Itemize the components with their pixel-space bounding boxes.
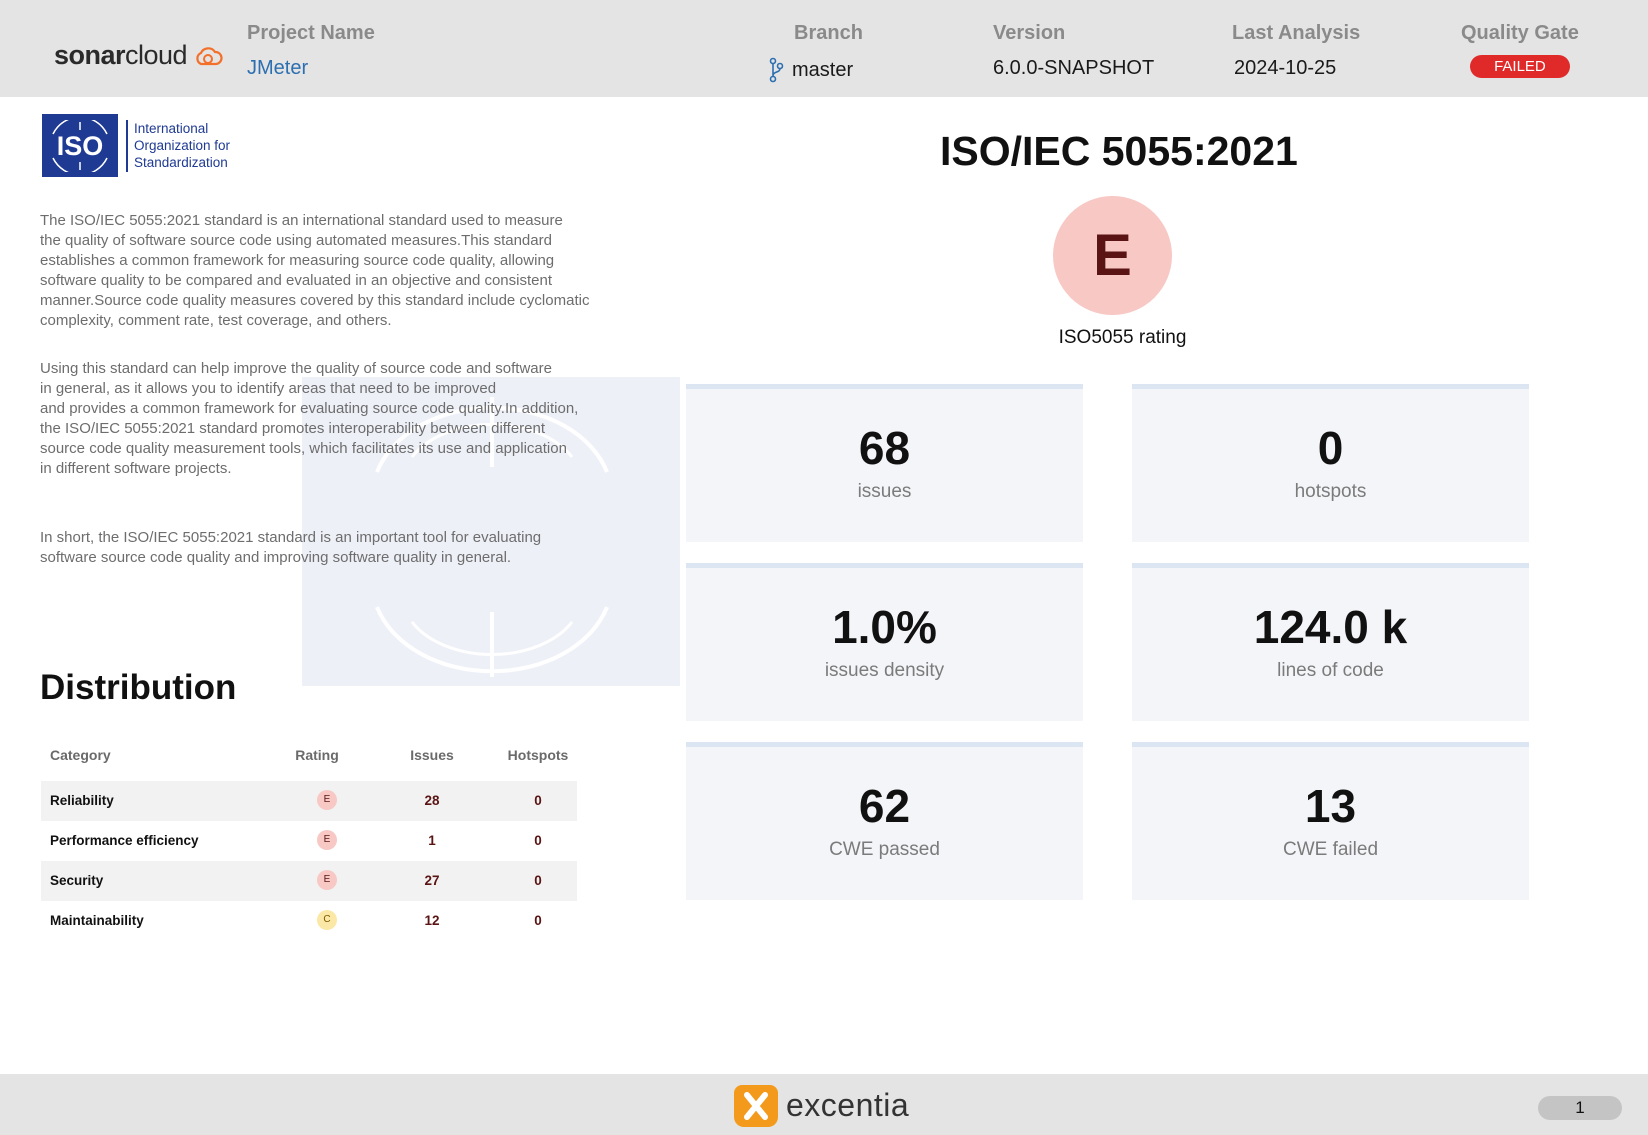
rating-badge: E [317, 870, 337, 890]
distribution-table-header: Category Rating Issues Hotspots [41, 735, 577, 781]
iso-organization-name: International Organization for Standardi… [134, 121, 231, 170]
hotspots-cell: 0 [534, 873, 542, 888]
metric-value: 1.0% [832, 601, 937, 653]
column-header-rating: Rating [295, 747, 339, 763]
quality-gate-label: Quality Gate [1461, 22, 1579, 44]
rating-badge: E [317, 830, 337, 850]
distribution-table: Category Rating Issues Hotspots Reliabil… [41, 735, 577, 941]
metric-label: hotspots [1294, 481, 1367, 502]
metric-label: CWE failed [1282, 839, 1379, 860]
hotspots-cell: 0 [534, 833, 542, 848]
category-cell: Security [50, 873, 104, 888]
issues-cell: 12 [424, 913, 440, 928]
excentia-logo: excentia [732, 1081, 909, 1129]
quality-gate-status-badge: FAILED [1470, 55, 1570, 78]
sonarcloud-wordmark: sonarcloud [54, 40, 188, 70]
metric-card: 0 hotspots [1132, 384, 1529, 542]
page-number: 1 [1538, 1096, 1622, 1120]
issues-cell: 28 [424, 793, 440, 808]
branch-field: Branch master [768, 22, 863, 83]
category-cell: Performance efficiency [50, 833, 199, 848]
iso-globe-icon: ISO [52, 119, 108, 172]
report-header: sonarcloud Project Name JMeter Branch ma… [0, 0, 1648, 97]
cloud-icon [196, 46, 223, 65]
metric-card: 124.0 k lines of code [1132, 563, 1529, 721]
column-header-category: Category [50, 747, 111, 763]
iso5055-rating-badge: E [1053, 196, 1172, 315]
metric-card: 68 issues [686, 384, 1083, 542]
hotspots-cell: 0 [534, 913, 542, 928]
metric-label: issues [857, 481, 912, 502]
metric-label: issues density [824, 660, 945, 681]
excentia-wordmark: excentia [786, 1086, 910, 1123]
metric-value: 13 [1304, 780, 1357, 832]
metric-value: 62 [858, 780, 911, 832]
rating-badge: E [317, 790, 337, 810]
issues-cell: 1 [428, 833, 436, 848]
branch-label: Branch [794, 22, 863, 44]
category-cell: Maintainability [50, 913, 144, 928]
iso-mark: ISO [42, 114, 118, 177]
project-name-label: Project Name [247, 22, 375, 44]
metric-card: 1.0% issues density [686, 563, 1083, 721]
hotspots-cell: 0 [534, 793, 542, 808]
distribution-title: Distribution [40, 668, 237, 707]
iso5055-rating-label: ISO5055 rating [1058, 327, 1187, 348]
intro-paragraph-1: The ISO/IEC 5055:2021 standard is an int… [40, 212, 590, 329]
sonarcloud-logo: sonarcloud [54, 40, 223, 71]
version-value: 6.0.0-SNAPSHOT [993, 57, 1155, 79]
report-footer: excentia 1 [0, 1074, 1648, 1135]
rating-badge: C [317, 910, 337, 930]
last-analysis-label: Last Analysis [1232, 22, 1361, 44]
version-label: Version [993, 22, 1066, 44]
branch-value: master [792, 58, 854, 81]
metric-value: 68 [858, 422, 911, 474]
version-field: Version 6.0.0-SNAPSHOT [993, 22, 1154, 80]
project-name-link[interactable]: JMeter [247, 57, 375, 80]
column-header-hotspots: Hotspots [507, 747, 569, 763]
metric-label: CWE passed [829, 839, 940, 860]
category-cell: Reliability [50, 793, 114, 808]
table-row: Performance efficiency E 1 0 [41, 821, 577, 861]
standard-title: ISO/IEC 5055:2021 [940, 128, 1298, 174]
quality-gate-field: Quality Gate FAILED [1461, 22, 1579, 78]
metric-card: 62 CWE passed [686, 742, 1083, 900]
last-analysis-field: Last Analysis 2024-10-25 [1232, 22, 1360, 80]
git-branch-icon [769, 57, 784, 83]
metric-value: 124.0 k [1253, 601, 1408, 653]
table-row: Reliability E 28 0 [41, 781, 577, 821]
intro-paragraph-2: Using this standard can help improve the… [40, 360, 579, 477]
metric-card: 13 CWE failed [1132, 742, 1529, 900]
project-name-field: Project Name JMeter [247, 22, 375, 80]
excentia-x-icon [734, 1085, 778, 1127]
intro-paragraph-3: In short, the ISO/IEC 5055:2021 standard… [40, 529, 542, 566]
table-row: Security E 27 0 [41, 861, 577, 901]
metric-label: lines of code [1277, 660, 1384, 681]
iso-logo: ISO International Organization for Stand… [42, 114, 230, 177]
metric-value: 0 [1317, 422, 1344, 474]
last-analysis-value: 2024-10-25 [1234, 57, 1337, 79]
column-header-issues: Issues [410, 747, 454, 763]
table-row: Maintainability C 12 0 [41, 901, 577, 941]
issues-cell: 27 [424, 873, 440, 888]
svg-text:ISO: ISO [57, 131, 104, 161]
